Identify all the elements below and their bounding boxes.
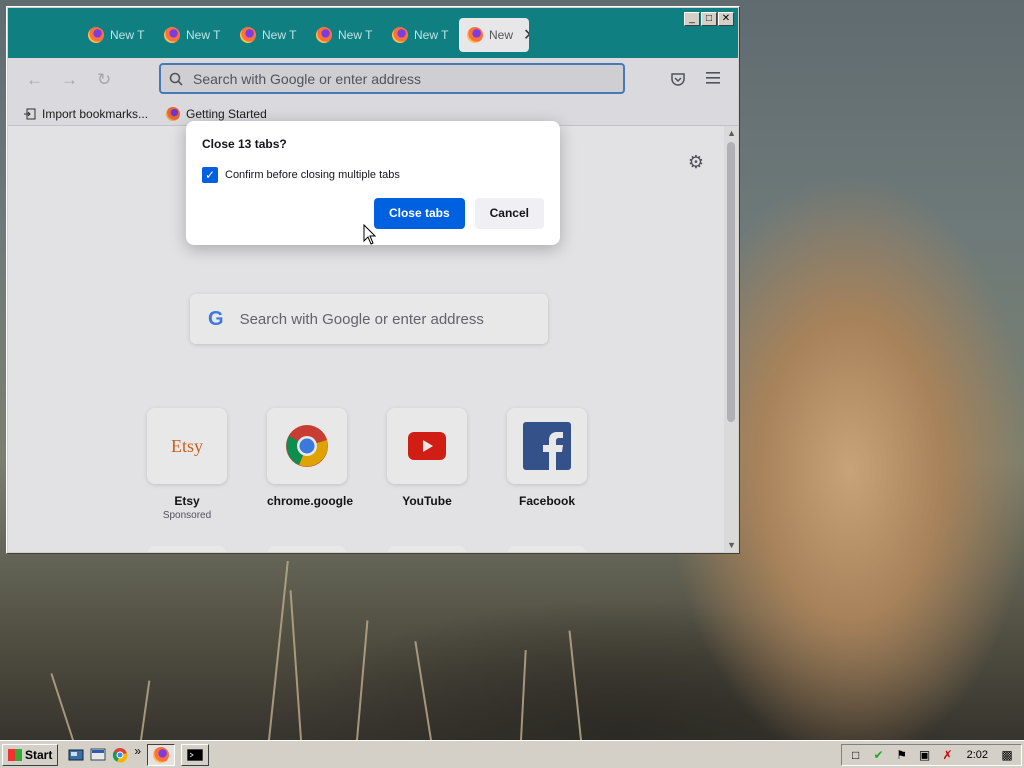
explorer-icon[interactable]: [90, 747, 106, 763]
tab-label: New T: [262, 28, 297, 42]
background-grass: [520, 650, 527, 741]
mouse-cursor-icon: [363, 224, 377, 245]
system-tray: □ ✔ ⚑ ▣ ✗ 2:02 ▩: [840, 744, 1022, 766]
quick-launch-chevron[interactable]: »: [134, 744, 141, 758]
tab-new-tab[interactable]: New T: [308, 18, 378, 52]
checkbox-label: Confirm before closing multiple tabs: [225, 169, 400, 181]
firefox-icon: [164, 27, 180, 43]
tab-new-tab[interactable]: New T: [156, 18, 226, 52]
firefox-icon: [467, 27, 483, 43]
tray-monitor-icon[interactable]: ▩: [999, 748, 1015, 762]
tab-label: New T: [110, 28, 145, 42]
firefox-icon: [392, 27, 408, 43]
background-grass: [414, 641, 432, 741]
tray-volume-muted-icon[interactable]: ✗: [940, 748, 956, 762]
background-grass: [140, 680, 151, 741]
tab-close-icon[interactable]: ✕: [523, 25, 529, 45]
taskbar-cmd-button[interactable]: [181, 743, 210, 766]
tab-label: New T: [414, 28, 449, 42]
cancel-button[interactable]: Cancel: [474, 198, 544, 229]
tab-strip: New T New T New T New T New T New ✕ _ □ …: [8, 8, 738, 58]
tray-flag-icon[interactable]: ⚑: [894, 748, 910, 762]
firefox-icon: [153, 746, 170, 763]
close-tabs-button[interactable]: Close tabs: [373, 198, 465, 229]
tab-label: New T: [338, 28, 373, 42]
close-window-button[interactable]: ✕: [718, 12, 734, 26]
chrome-icon[interactable]: [112, 747, 128, 763]
start-button[interactable]: Start: [2, 743, 59, 766]
tray-document-icon[interactable]: □: [848, 748, 864, 762]
tab-label: New: [489, 28, 514, 42]
dialog-title: Close 13 tabs?: [202, 137, 287, 151]
window-controls: _ □ ✕: [684, 12, 734, 26]
background-grass: [289, 590, 302, 741]
firefox-icon: [316, 27, 332, 43]
firefox-icon: [240, 27, 256, 43]
tray-network-icon[interactable]: ▣: [917, 748, 933, 762]
command-prompt-icon: [187, 748, 204, 761]
show-desktop-icon[interactable]: [68, 747, 84, 763]
background-grass: [50, 673, 74, 741]
windows-flag-icon: [8, 748, 22, 761]
background-grass: [356, 620, 369, 741]
confirm-checkbox[interactable]: ✓: [202, 167, 218, 183]
confirm-close-option[interactable]: ✓ Confirm before closing multiple tabs: [202, 167, 544, 183]
maximize-button[interactable]: □: [701, 12, 717, 26]
tab-new-tab[interactable]: New T: [384, 18, 454, 52]
browser-window: New T New T New T New T New T New ✕ _ □ …: [6, 6, 740, 554]
dialog-buttons: Close tabs Cancel: [373, 198, 544, 229]
quick-launch: »: [68, 744, 141, 763]
tab-label: New T: [186, 28, 221, 42]
background-grass: [568, 630, 582, 741]
background-grass: [268, 560, 289, 741]
start-label: Start: [25, 747, 53, 762]
minimize-button[interactable]: _: [684, 12, 700, 26]
taskbar-firefox-button[interactable]: [147, 743, 176, 766]
taskbar: Start » □ ✔ ⚑ ▣ ✗ 2:02 ▩: [0, 740, 1024, 768]
tab-active[interactable]: New ✕: [459, 18, 529, 52]
tray-clock[interactable]: 2:02: [967, 749, 988, 761]
tab-new-tab[interactable]: New T: [80, 18, 150, 52]
tab-new-tab[interactable]: New T: [232, 18, 302, 52]
firefox-icon: [88, 27, 104, 43]
tray-shield-check-icon[interactable]: ✔: [871, 748, 887, 762]
